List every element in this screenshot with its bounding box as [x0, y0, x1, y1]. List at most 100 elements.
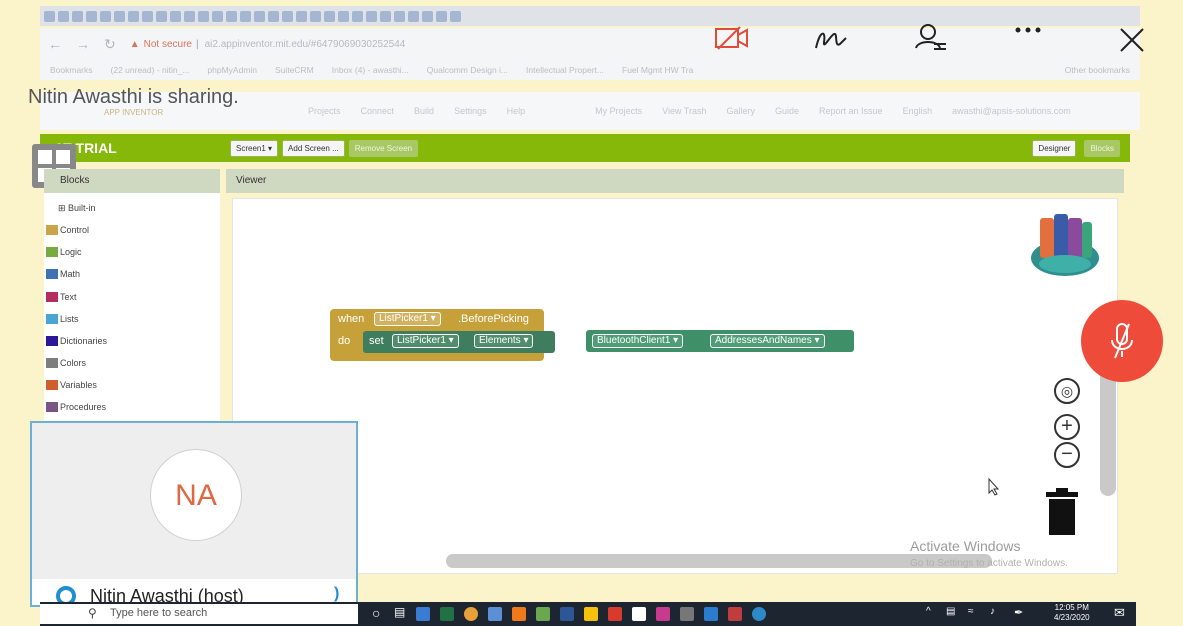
tab-favicon[interactable] — [142, 10, 153, 22]
tab-favicon[interactable] — [226, 10, 237, 22]
recenter-icon[interactable]: ◎ — [1054, 378, 1080, 404]
menu-build[interactable]: Build — [414, 106, 434, 116]
category-math[interactable]: Math — [46, 269, 80, 279]
blocks-button[interactable]: Blocks — [1084, 139, 1120, 157]
menu-settings[interactable]: Settings — [454, 106, 487, 116]
pen-tray-icon[interactable]: ✒ — [1014, 606, 1023, 619]
screen-select[interactable]: Screen1 ▾ — [230, 139, 279, 157]
sublime-icon[interactable] — [656, 607, 670, 621]
tab-favicon[interactable] — [100, 10, 111, 22]
chrome-icon[interactable] — [464, 607, 478, 621]
cortana-icon[interactable]: ○ — [372, 605, 380, 621]
tab-favicon[interactable] — [268, 10, 279, 22]
category-text[interactable]: Text — [46, 292, 77, 302]
tab-favicon[interactable] — [338, 10, 349, 22]
link-gallery[interactable]: Gallery — [726, 106, 755, 116]
built-in-node[interactable]: ⊞ Built-in — [58, 203, 96, 214]
tab-favicon[interactable] — [324, 10, 335, 22]
designer-button[interactable]: Designer — [1032, 139, 1077, 157]
link-guide[interactable]: Guide — [775, 106, 799, 116]
tab-favicon[interactable] — [170, 10, 181, 22]
notepad-plus-icon[interactable] — [536, 607, 550, 621]
menu-account[interactable]: awasthi@apsis-solutions.com — [952, 106, 1071, 116]
set-component-dropdown[interactable]: ListPicker1 ▾ — [392, 334, 459, 348]
trash-icon[interactable] — [1044, 488, 1080, 536]
volume-icon[interactable]: ♪ — [990, 606, 995, 617]
link-my-projects[interactable]: My Projects — [595, 106, 642, 116]
vscode-icon[interactable] — [704, 607, 718, 621]
bookmark-item[interactable]: Qualcomm Design i... — [427, 65, 508, 75]
more-options-icon[interactable] — [1014, 24, 1042, 36]
vlc-icon[interactable] — [512, 607, 526, 621]
wifi-icon[interactable]: ≈ — [968, 606, 974, 617]
add-screen-button[interactable]: Add Screen ... — [282, 139, 345, 157]
tab-favicon[interactable] — [114, 10, 125, 22]
tab-favicon[interactable] — [394, 10, 405, 22]
url-text[interactable]: ai2.appinventor.mit.edu/#647906903025254… — [205, 39, 406, 50]
tab-favicon[interactable] — [380, 10, 391, 22]
other-bookmarks[interactable]: Other bookmarks — [1065, 65, 1130, 75]
file-explorer-icon[interactable] — [416, 607, 430, 621]
category-colors[interactable]: Colors — [46, 358, 86, 368]
bookmark-item[interactable]: Bookmarks — [50, 65, 93, 75]
bookmark-item[interactable]: Fuel Mgmt HW Tra — [622, 65, 693, 75]
address-bar[interactable]: ← → ↻ ▲ Not secure | ai2.appinventor.mit… — [40, 28, 1140, 60]
tab-favicon[interactable] — [156, 10, 167, 22]
tab-favicon[interactable] — [366, 10, 377, 22]
tab-favicon[interactable] — [212, 10, 223, 22]
sticky-notes-icon[interactable] — [584, 607, 598, 621]
category-procedures[interactable]: Procedures — [46, 402, 106, 412]
bookmark-item[interactable]: phpMyAdmin — [207, 65, 257, 75]
menu-language[interactable]: English — [903, 106, 933, 116]
teams-icon[interactable] — [752, 607, 766, 621]
forward-icon[interactable]: → — [76, 36, 90, 52]
network-icon[interactable]: ▤ — [946, 606, 955, 617]
tab-favicon[interactable] — [198, 10, 209, 22]
tab-favicon[interactable] — [408, 10, 419, 22]
taskbar-clock[interactable]: 12:05 PM 4/23/2020 — [1054, 603, 1090, 623]
close-icon[interactable] — [1118, 26, 1146, 54]
tab-favicon[interactable] — [310, 10, 321, 22]
reload-icon[interactable]: ↻ — [104, 36, 116, 53]
bluetooth-component-dropdown[interactable]: BluetoothClient1 ▾ — [592, 334, 684, 348]
category-dictionaries[interactable]: Dictionaries — [46, 336, 107, 346]
tab-favicon[interactable] — [128, 10, 139, 22]
app-icon-red[interactable] — [608, 607, 622, 621]
bookmark-item[interactable]: (22 unread) - nitin_... — [111, 65, 190, 75]
security-label[interactable]: Not secure — [144, 39, 192, 50]
category-control[interactable]: Control — [46, 225, 89, 235]
tab-favicon[interactable] — [44, 10, 55, 22]
annotate-pen-icon[interactable] — [814, 26, 850, 54]
remove-screen-button[interactable]: Remove Screen — [348, 139, 419, 157]
tab-favicon[interactable] — [72, 10, 83, 22]
tab-favicon[interactable] — [184, 10, 195, 22]
category-variables[interactable]: Variables — [46, 380, 97, 390]
word-icon[interactable] — [560, 607, 574, 621]
bluetooth-property-dropdown[interactable]: AddressesAndNames ▾ — [710, 334, 825, 348]
category-lists[interactable]: Lists — [46, 314, 79, 324]
link-report-issue[interactable]: Report an Issue — [819, 106, 883, 116]
menu-connect[interactable]: Connect — [361, 106, 395, 116]
zoom-out-icon[interactable]: − — [1054, 442, 1080, 468]
tab-favicon[interactable] — [254, 10, 265, 22]
menu-help[interactable]: Help — [507, 106, 526, 116]
browser-tab-strip[interactable] — [40, 6, 1140, 26]
tab-favicon[interactable] — [296, 10, 307, 22]
bookmark-item[interactable]: Intellectual Propert... — [526, 65, 604, 75]
event-component-dropdown[interactable]: ListPicker1 ▾ — [374, 312, 441, 326]
xming-icon[interactable] — [632, 607, 646, 621]
tab-favicon[interactable] — [282, 10, 293, 22]
bookmark-item[interactable]: Inbox (4) - awasthi... — [332, 65, 409, 75]
tab-favicon[interactable] — [450, 10, 461, 22]
back-icon[interactable]: ← — [48, 36, 62, 52]
category-logic[interactable]: Logic — [46, 247, 82, 257]
menu-projects[interactable]: Projects — [308, 106, 341, 116]
backpack-icon[interactable] — [1026, 208, 1104, 278]
app-icon[interactable] — [488, 607, 502, 621]
tab-favicon[interactable] — [352, 10, 363, 22]
mute-microphone-button[interactable] — [1081, 300, 1163, 382]
participant-video-tile[interactable]: NA Nitin Awasthi (host) ) — [30, 421, 358, 607]
camera-off-icon[interactable] — [714, 24, 750, 52]
bookmark-item[interactable]: SuiteCRM — [275, 65, 314, 75]
blocks-workspace[interactable] — [232, 198, 1118, 574]
